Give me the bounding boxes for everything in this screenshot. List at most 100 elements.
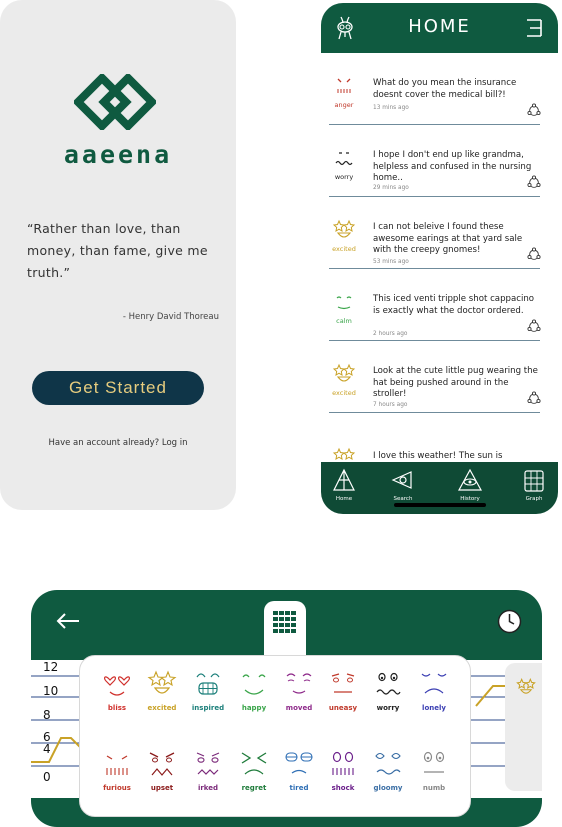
menu-icon[interactable]	[524, 17, 544, 39]
keypad-grid-icon	[273, 611, 296, 633]
emotion-label: worry	[376, 704, 400, 712]
post-text: I love this weather! The sun is	[373, 451, 503, 461]
emotion-label: upset	[150, 784, 174, 792]
feed-post[interactable]: calm This iced venti tripple shot cappac…	[329, 269, 541, 341]
mood-label: excited	[332, 245, 356, 253]
emotion-label: uneasy	[328, 704, 358, 712]
share-icon[interactable]	[527, 391, 541, 405]
bliss-face-icon	[104, 676, 130, 696]
emotion-upset[interactable]: upset	[139, 748, 185, 808]
tab-label: Home	[335, 496, 353, 502]
emotion-label: irked	[197, 784, 219, 792]
clock-icon[interactable]	[497, 609, 522, 634]
emotion-numb[interactable]: numb	[411, 748, 457, 808]
home-header: HOME	[321, 3, 558, 53]
get-started-button[interactable]: Get Started	[32, 371, 204, 405]
feed-post[interactable]: worry I hope I don't end up like grandma…	[329, 125, 541, 197]
emotion-furious[interactable]: furious	[94, 748, 140, 808]
moved-face-icon	[286, 673, 312, 694]
share-icon[interactable]	[527, 247, 541, 261]
brand-logo-icon	[74, 74, 156, 130]
anger-face-icon	[337, 78, 351, 93]
emotion-label: furious	[103, 784, 131, 792]
share-icon[interactable]	[527, 175, 541, 189]
emotion-lonely[interactable]: lonely	[411, 668, 457, 728]
post-time: 29 mins ago	[373, 185, 409, 191]
uneasy-face-icon	[331, 673, 355, 693]
emotion-label: tired	[289, 784, 309, 792]
mood-label: excited	[332, 389, 356, 397]
splash-screen: aaeena “Rather than love, than money, th…	[0, 0, 236, 510]
y-axis-label: 0	[43, 770, 51, 784]
emotion-inspired[interactable]: inspired	[185, 668, 231, 728]
tired-face-icon	[285, 752, 313, 774]
post-text: This iced venti tripple shot cappacino i…	[373, 294, 535, 316]
quote-text: “Rather than love, than money, than fame…	[27, 221, 208, 280]
lonely-face-icon	[421, 673, 447, 694]
emotion-excited[interactable]: excited	[139, 668, 185, 728]
tab-label: Search	[393, 496, 413, 502]
shock-face-icon	[332, 751, 354, 775]
feed-post[interactable]: I love this weather! The sun is	[329, 423, 540, 465]
emotion-label: numb	[422, 784, 446, 792]
post-time: 2 hours ago	[373, 331, 408, 337]
emotion-uneasy[interactable]: uneasy	[320, 668, 366, 728]
post-text: Look at the cute little pug wearing the …	[373, 366, 538, 399]
post-time: 13 mins ago	[373, 105, 409, 111]
tab-home[interactable]: Home	[322, 468, 366, 510]
mood-label: calm	[336, 317, 352, 325]
y-axis-label: 12	[43, 660, 59, 674]
emotion-worry[interactable]: worry	[365, 668, 411, 728]
post-text: I hope I don't end up like grandma, help…	[373, 150, 532, 183]
excited-face-icon	[516, 678, 536, 694]
post-text: I can not beleive I found these awesome …	[373, 222, 523, 255]
irked-face-icon	[196, 752, 220, 775]
quote-author: - Henry David Thoreau	[122, 312, 219, 322]
calm-face-icon	[336, 296, 352, 310]
post-time: 53 mins ago	[373, 259, 409, 265]
emotion-bliss[interactable]: bliss	[94, 668, 140, 728]
tab-label: History	[460, 496, 480, 502]
emotion-regret[interactable]: regret	[231, 748, 277, 808]
post-time: 7 hours ago	[373, 402, 408, 408]
emotion-label: lonely	[422, 704, 446, 712]
emotion-label: gloomy	[373, 784, 403, 792]
emotion-label: shock	[331, 784, 355, 792]
feed-post[interactable]: anger What do you mean the insurance doe…	[329, 53, 541, 125]
emotion-happy[interactable]: happy	[231, 668, 277, 728]
emotion-shock[interactable]: shock	[320, 748, 366, 808]
excited-face-icon	[332, 219, 356, 238]
y-axis-label: 4	[43, 742, 51, 756]
emotion-label: moved	[285, 704, 313, 712]
emotion-irked[interactable]: irked	[185, 748, 231, 808]
emoji-grid-toggle[interactable]	[264, 601, 306, 643]
emotion-label: happy	[241, 704, 267, 712]
home-indicator[interactable]	[394, 503, 486, 507]
tab-label: Graph	[525, 496, 543, 502]
emotion-tired[interactable]: tired	[276, 748, 322, 808]
share-icon[interactable]	[527, 319, 541, 333]
post-text: What do you mean the insurance doesnt co…	[373, 78, 517, 100]
emotion-label: bliss	[107, 704, 127, 712]
grid-graph-icon	[524, 470, 544, 492]
feed-post[interactable]: excited Look at the cute little pug wear…	[329, 341, 541, 413]
regret-face-icon	[241, 752, 267, 775]
furious-face-icon	[106, 755, 128, 775]
login-link[interactable]: Have an account already? Log in	[0, 438, 236, 448]
brand-name: aaeena	[63, 140, 173, 169]
emotion-gloomy[interactable]: gloomy	[365, 748, 411, 808]
mood-graph-screen: 12 10 8 6 4 0 bliss excited inspired hap…	[31, 590, 542, 827]
y-axis-label: 8	[43, 708, 51, 722]
mood-label: worry	[334, 173, 354, 181]
share-icon[interactable]	[527, 103, 541, 117]
y-axis-label: 10	[43, 684, 59, 698]
feed-post[interactable]: excited I can not beleive I found these …	[329, 197, 541, 269]
mood-feed: anger What do you mean the insurance doe…	[321, 53, 558, 465]
tab-graph[interactable]: Graph	[512, 468, 556, 510]
back-arrow-icon[interactable]	[55, 612, 81, 630]
inspired-face-icon	[196, 673, 220, 695]
eye-pyramid-history-icon	[457, 468, 483, 491]
emotion-label: inspired	[191, 704, 225, 712]
selected-mood-panel[interactable]	[505, 663, 542, 791]
emotion-moved[interactable]: moved	[276, 668, 322, 728]
